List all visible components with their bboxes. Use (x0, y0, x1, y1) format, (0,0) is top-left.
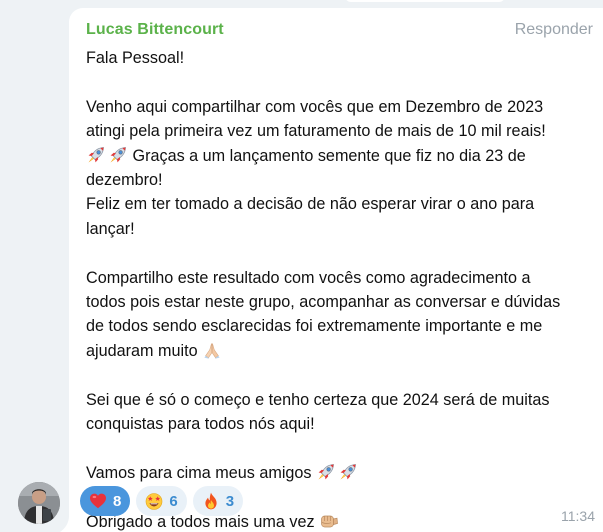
text-line: ajudaram muito (86, 341, 198, 360)
text-line-with-emoji: ajudaram muito (86, 339, 586, 363)
reaction-fire[interactable]: 3 (192, 486, 244, 516)
rocket-icon (338, 462, 358, 482)
text-line: Graças a um lançamento semente que fiz n… (132, 146, 526, 165)
message-text: Fala Pessoal! Venho aqui compartilhar co… (86, 46, 586, 532)
sender-name[interactable]: Lucas Bittencourt (86, 21, 224, 39)
rocket-icon (316, 462, 336, 482)
red-heart-icon (88, 491, 108, 511)
message-bubble: Lucas Bittencourt Responder Fala Pessoal… (69, 8, 603, 532)
text-line: Feliz em ter tomado a decisão de não esp… (86, 195, 535, 214)
text-line: Sei que é só o começo e tenho certeza qu… (86, 390, 550, 409)
text-line-with-emoji: Graças a um lançamento semente que fiz n… (86, 144, 586, 168)
reactions-bar: 8 6 3 (80, 486, 244, 516)
previous-message-edge (345, 0, 505, 2)
text-line: conquistas para todos nós aqui! (86, 415, 315, 434)
text-line: Fala Pessoal! (86, 49, 185, 67)
praying-hands-icon (202, 340, 222, 360)
text-line: atingi pela primeira vez um faturamento … (86, 122, 546, 141)
text-line-with-emoji: Vamos para cima meus amigos (86, 461, 586, 485)
avatar-photo (18, 482, 60, 524)
reaction-star-struck[interactable]: 6 (136, 486, 187, 516)
rocket-icon (108, 145, 128, 165)
fist-bump-icon (319, 511, 339, 531)
message-time: 11:34 (561, 508, 595, 524)
text-line: dezembro! (86, 171, 163, 190)
text-line: Venho aqui compartilhar com vocês que em… (86, 97, 544, 116)
star-struck-face-icon (144, 491, 164, 511)
rocket-icon (86, 145, 106, 165)
reaction-heart[interactable]: 8 (80, 486, 131, 516)
text-line: Vamos para cima meus amigos (86, 463, 312, 482)
reaction-count: 8 (113, 492, 122, 510)
reply-button[interactable]: Responder (515, 21, 593, 39)
chat-view: Lucas Bittencourt Responder Fala Pessoal… (0, 0, 603, 532)
avatar[interactable] (18, 482, 60, 524)
reaction-count: 3 (225, 492, 235, 510)
fire-icon (201, 491, 221, 511)
text-line: de todos sendo esclarecidas foi extremam… (86, 317, 543, 336)
reaction-count: 6 (169, 492, 178, 510)
text-line: lançar! (86, 219, 135, 238)
text-line: Compartilho este resultado com vocês com… (86, 268, 531, 287)
text-line: todos pois estar neste grupo, acompanhar… (86, 293, 561, 312)
